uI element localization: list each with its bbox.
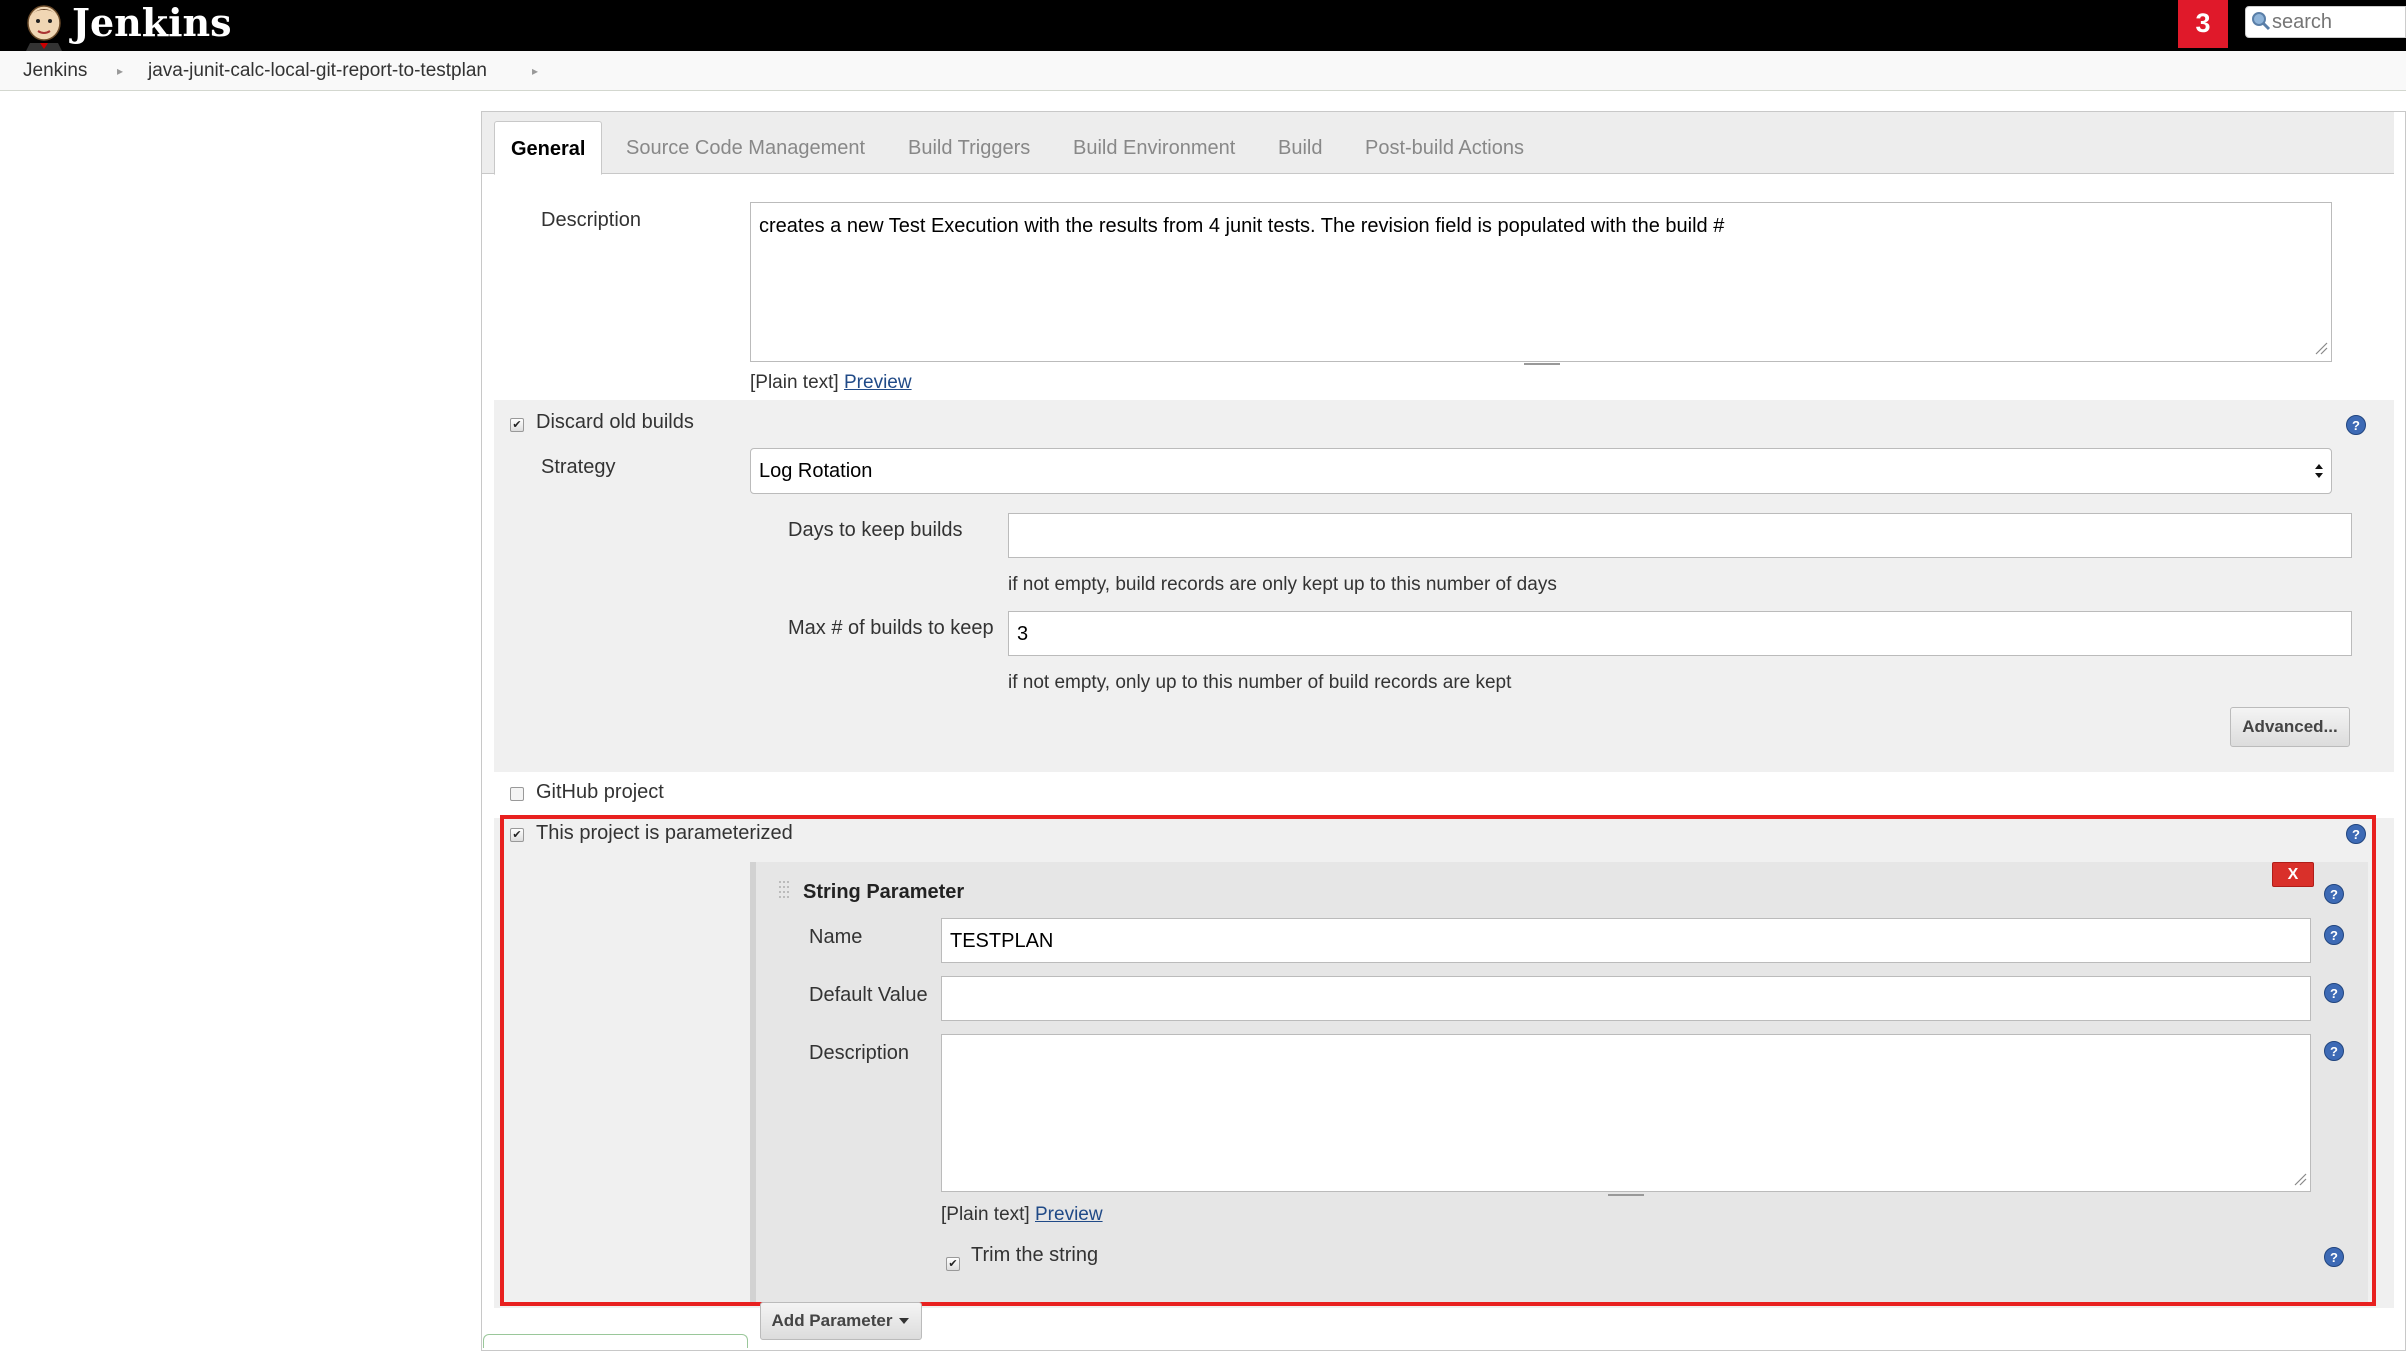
highlight-box (500, 815, 2376, 1306)
breadcrumb-item-job[interactable]: java-junit-calc-local-git-report-to-test… (148, 51, 487, 91)
breadcrumb-arrow-icon[interactable]: ▸ (532, 51, 538, 91)
tab-build-triggers[interactable]: Build Triggers (892, 121, 1046, 175)
breadcrumb: Jenkins ▸ java-junit-calc-local-git-repo… (0, 51, 2406, 91)
add-parameter-label: Add Parameter (771, 1311, 893, 1330)
breadcrumb-arrow-icon[interactable]: ▸ (117, 51, 123, 91)
tab-build[interactable]: Build (1262, 121, 1338, 175)
resize-handle-icon[interactable] (2314, 341, 2328, 355)
advanced-button[interactable]: Advanced... (2230, 707, 2350, 747)
days-to-keep-hint: if not empty, build records are only kep… (1008, 574, 1557, 595)
search-input[interactable] (2272, 8, 2402, 36)
max-builds-hint: if not empty, only up to this number of … (1008, 672, 1512, 693)
jenkins-butler-logo-icon[interactable] (22, 3, 66, 51)
breadcrumb-item-jenkins[interactable]: Jenkins (23, 51, 87, 91)
description-label: Description (541, 209, 642, 231)
github-project-label: GitHub project (536, 781, 664, 803)
search-icon (2252, 12, 2271, 31)
tab-general[interactable]: General (494, 121, 603, 175)
top-header (0, 0, 2406, 51)
max-builds-label: Max # of builds to keep (788, 617, 994, 639)
tab-build-environment[interactable]: Build Environment (1057, 121, 1251, 175)
strategy-select[interactable]: Log Rotation (750, 448, 2332, 494)
strategy-select-value: Log Rotation (759, 460, 873, 482)
grip-handle[interactable] (1524, 363, 1560, 365)
chevron-down-icon (899, 1318, 909, 1324)
select-arrows-icon (2315, 464, 2323, 478)
max-builds-input[interactable]: 3 (1008, 611, 2352, 656)
github-project-checkbox[interactable] (510, 787, 524, 801)
days-to-keep-label: Days to keep builds (788, 519, 963, 541)
strategy-label: Strategy (541, 456, 616, 478)
notification-badge[interactable]: 3 (2178, 0, 2228, 48)
discard-old-builds-label: Discard old builds (536, 411, 694, 433)
app-title[interactable]: Jenkins (72, 0, 232, 46)
tab-source-code-management[interactable]: Source Code Management (610, 121, 881, 175)
days-to-keep-input[interactable] (1008, 513, 2352, 558)
add-parameter-button[interactable]: Add Parameter (760, 1302, 922, 1340)
tab-post-build-actions[interactable]: Post-build Actions (1349, 121, 1540, 175)
description-preview-link[interactable]: Preview (844, 372, 912, 393)
description-format-text: [Plain text] (750, 372, 839, 393)
discard-old-builds-checkbox[interactable]: ✔ (510, 418, 524, 432)
description-format-row: [Plain text] Preview (750, 372, 912, 394)
svg-text:?: ? (2352, 418, 2360, 433)
description-textarea[interactable]: creates a new Test Execution with the re… (750, 202, 2332, 362)
help-icon[interactable]: ? (2345, 414, 2367, 436)
